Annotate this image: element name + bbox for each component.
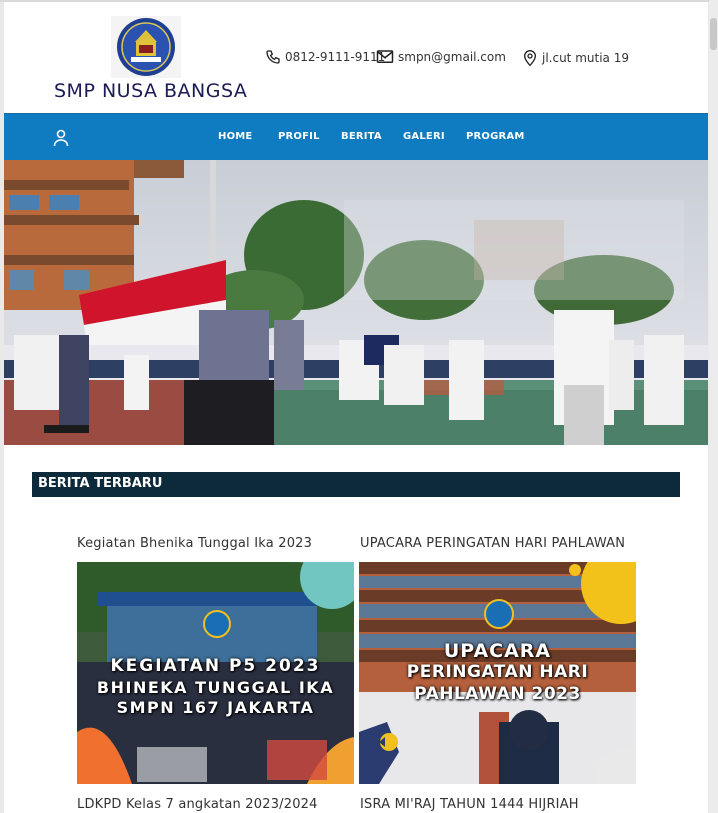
nav-program[interactable]: PROGRAM (466, 131, 525, 142)
main-navbar: HOME PROFIL BERITA GALERI PROGRAM (4, 113, 708, 162)
user-icon[interactable] (53, 129, 69, 147)
nav-home[interactable]: HOME (218, 131, 252, 142)
school-name: SMP NUSA BANGSA (54, 80, 248, 102)
news-image-2-line-1: UPACARA (443, 640, 552, 662)
contact-address[interactable]: jl.cut mutia 19 (522, 49, 629, 67)
news-title-1[interactable]: Kegiatan Bhenika Tunggal Ika 2023 (77, 536, 312, 551)
school-logo[interactable] (111, 16, 181, 78)
news-image-2-line-3: PAHLAWAN 2023 (414, 684, 581, 704)
hero-banner-image (4, 160, 708, 445)
location-pin-icon (523, 50, 537, 67)
email-text: smpn@gmail.com (398, 50, 506, 64)
nav-profil[interactable]: PROFIL (278, 131, 320, 142)
news-image-1-line-3: SMPN 167 JAKARTA (116, 698, 315, 717)
page: SMP NUSA BANGSA 0812-9111-9111 smpn@gmai… (4, 2, 708, 813)
news-image-2[interactable]: UPACARA PERINGATAN HARI PAHLAWAN 2023 (359, 562, 636, 784)
phone-icon (266, 50, 280, 64)
phone-text: 0812-9111-9111 (285, 50, 386, 64)
mail-icon (376, 50, 394, 63)
contact-phone[interactable]: 0812-9111-9111 (265, 49, 385, 65)
news-image-2-line-2: PERINGATAN HARI (406, 662, 589, 682)
address-text: jl.cut mutia 19 (542, 51, 629, 65)
news-image-1-line-1: KEGIATAN P5 2023 (110, 656, 321, 676)
news-title-3[interactable]: LDKPD Kelas 7 angkatan 2023/2024 (77, 797, 318, 812)
scrollbar-thumb[interactable] (710, 18, 717, 50)
section-title: BERITA TERBARU (38, 476, 163, 491)
nav-berita[interactable]: BERITA (341, 131, 382, 142)
contact-email[interactable]: smpn@gmail.com (376, 49, 506, 65)
section-header-berita-terbaru: BERITA TERBARU (32, 472, 680, 497)
news-image-1[interactable]: KEGIATAN P5 2023 BHINEKA TUNGGAL IKA SMP… (77, 562, 354, 784)
news-image-1-line-2: BHINEKA TUNGGAL IKA (96, 678, 335, 697)
vertical-scrollbar[interactable] (709, 0, 718, 813)
nav-galeri[interactable]: GALERI (403, 131, 445, 142)
news-title-2[interactable]: UPACARA PERINGATAN HARI PAHLAWAN (360, 536, 625, 551)
news-title-4[interactable]: ISRA MI'RAJ TAHUN 1444 HIJRIAH (360, 797, 579, 812)
